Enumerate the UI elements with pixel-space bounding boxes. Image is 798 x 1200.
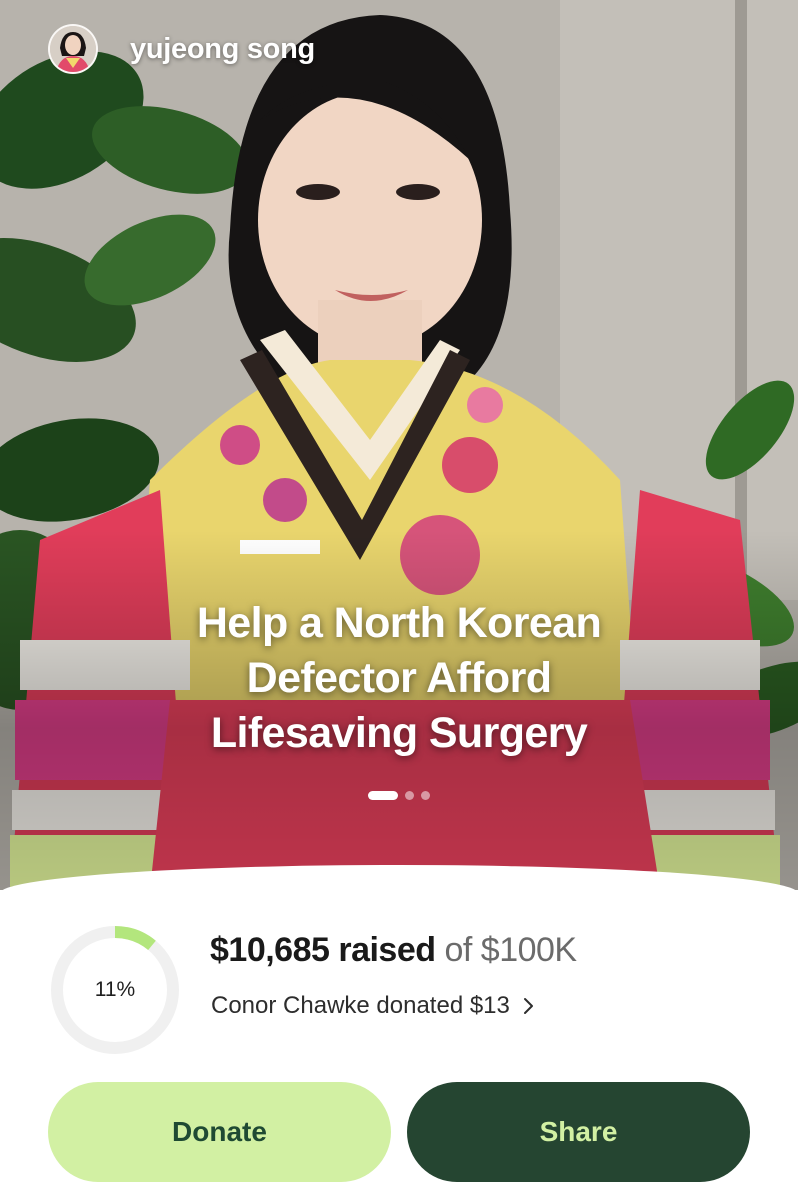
raised-amount: $10,685 raised [210,931,436,969]
donate-button[interactable]: Donate [48,1082,391,1182]
organizer-avatar[interactable] [48,24,98,74]
campaign-title: Help a North Korean Defector Afford Life… [120,596,678,761]
progress-percent: 11% [94,978,136,1001]
share-button[interactable]: Share [407,1082,750,1182]
campaign-title-line: Help a North Korean [196,599,602,647]
carousel-pagination [0,791,798,800]
campaign-title-line: Lifesaving Surgery [210,709,588,757]
raised-summary: $10,685 raised of $100K [210,926,577,974]
organizer-name[interactable]: yujeong song [130,33,315,66]
recent-donation-link[interactable]: Conor Chawke donated $13 [211,992,536,1020]
organizer-profile[interactable]: yujeong song [48,24,315,74]
campaign-hero-image[interactable]: yujeong song Help a North Korean Defecto… [0,0,798,890]
goal-amount: of $100K [444,931,577,969]
carousel-dot-active[interactable] [368,791,398,800]
carousel-dot[interactable] [405,791,414,800]
campaign-title-line: Defector Afford [246,654,552,702]
recent-donation-text: Conor Chawke donated $13 [211,992,510,1019]
carousel-dot[interactable] [421,791,430,800]
chevron-right-icon [523,998,533,1014]
